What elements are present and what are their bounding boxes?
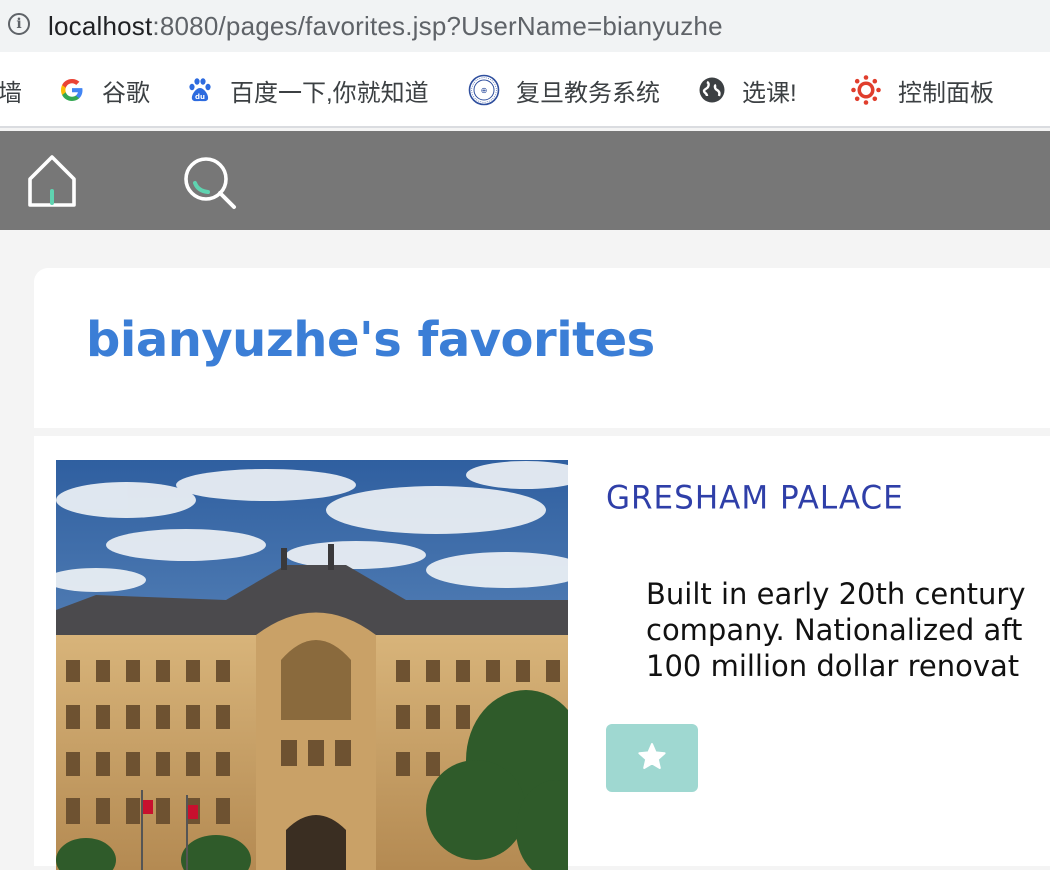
bookmark-baidu[interactable]: du 百度一下,你就知道 <box>186 73 429 107</box>
bookmark-label: 谷歌 <box>102 79 150 107</box>
bookmark-fudan[interactable]: ⊕ 复旦教务系统 <box>468 73 660 107</box>
bookmark-label: 选课! <box>742 79 797 107</box>
bookmark-label: 控制面板 <box>898 79 994 107</box>
url-text[interactable]: localhost:8080/pages/favorites.jsp?UserN… <box>48 10 723 42</box>
google-icon <box>58 76 86 104</box>
bookmark-wall[interactable]: 墙 <box>0 73 22 107</box>
bookmark-label: 复旦教务系统 <box>516 79 660 107</box>
bookmarks-bar: 墙 谷歌 du 百度一下,你就知道 ⊕ 复旦教务系统 选课! 控制面板 <box>0 54 1050 128</box>
star-icon <box>636 742 668 776</box>
favorite-item-card: GRESHAM PALACE Built in early 20th centu… <box>34 436 1050 870</box>
description-line: 100 million dollar renovat <box>646 649 1020 683</box>
unfavorite-button[interactable] <box>606 724 698 792</box>
bookmark-dashboard[interactable]: 控制面板 <box>850 73 994 107</box>
globe-icon <box>698 76 726 104</box>
bookmark-course-select[interactable]: 选课! <box>698 73 797 107</box>
bookmark-label: 百度一下,你就知道 <box>230 79 429 107</box>
favorite-description: Built in early 20th century company. Nat… <box>646 576 1050 696</box>
svg-text:du: du <box>195 93 205 101</box>
description-line: company. Nationalized aft <box>646 613 1023 647</box>
browser-address-bar: i localhost:8080/pages/favorites.jsp?Use… <box>0 0 1050 54</box>
page-title: bianyuzhe's favorites <box>86 312 655 368</box>
fudan-seal-icon: ⊕ <box>468 74 500 106</box>
site-nav <box>0 131 1050 230</box>
svg-text:⊕: ⊕ <box>481 86 488 95</box>
description-line: Built in early 20th century <box>646 577 1026 611</box>
baidu-icon: du <box>186 76 214 104</box>
bookmark-label: 墙 <box>0 79 22 107</box>
favorites-header-card: bianyuzhe's favorites <box>34 268 1050 428</box>
favorite-photo[interactable] <box>56 460 568 870</box>
canvas-icon <box>850 74 882 106</box>
info-icon[interactable]: i <box>8 13 30 35</box>
home-icon[interactable] <box>26 153 78 214</box>
bookmark-google[interactable]: 谷歌 <box>58 73 150 107</box>
favorite-title[interactable]: GRESHAM PALACE <box>606 479 904 516</box>
search-icon[interactable] <box>182 155 240 218</box>
